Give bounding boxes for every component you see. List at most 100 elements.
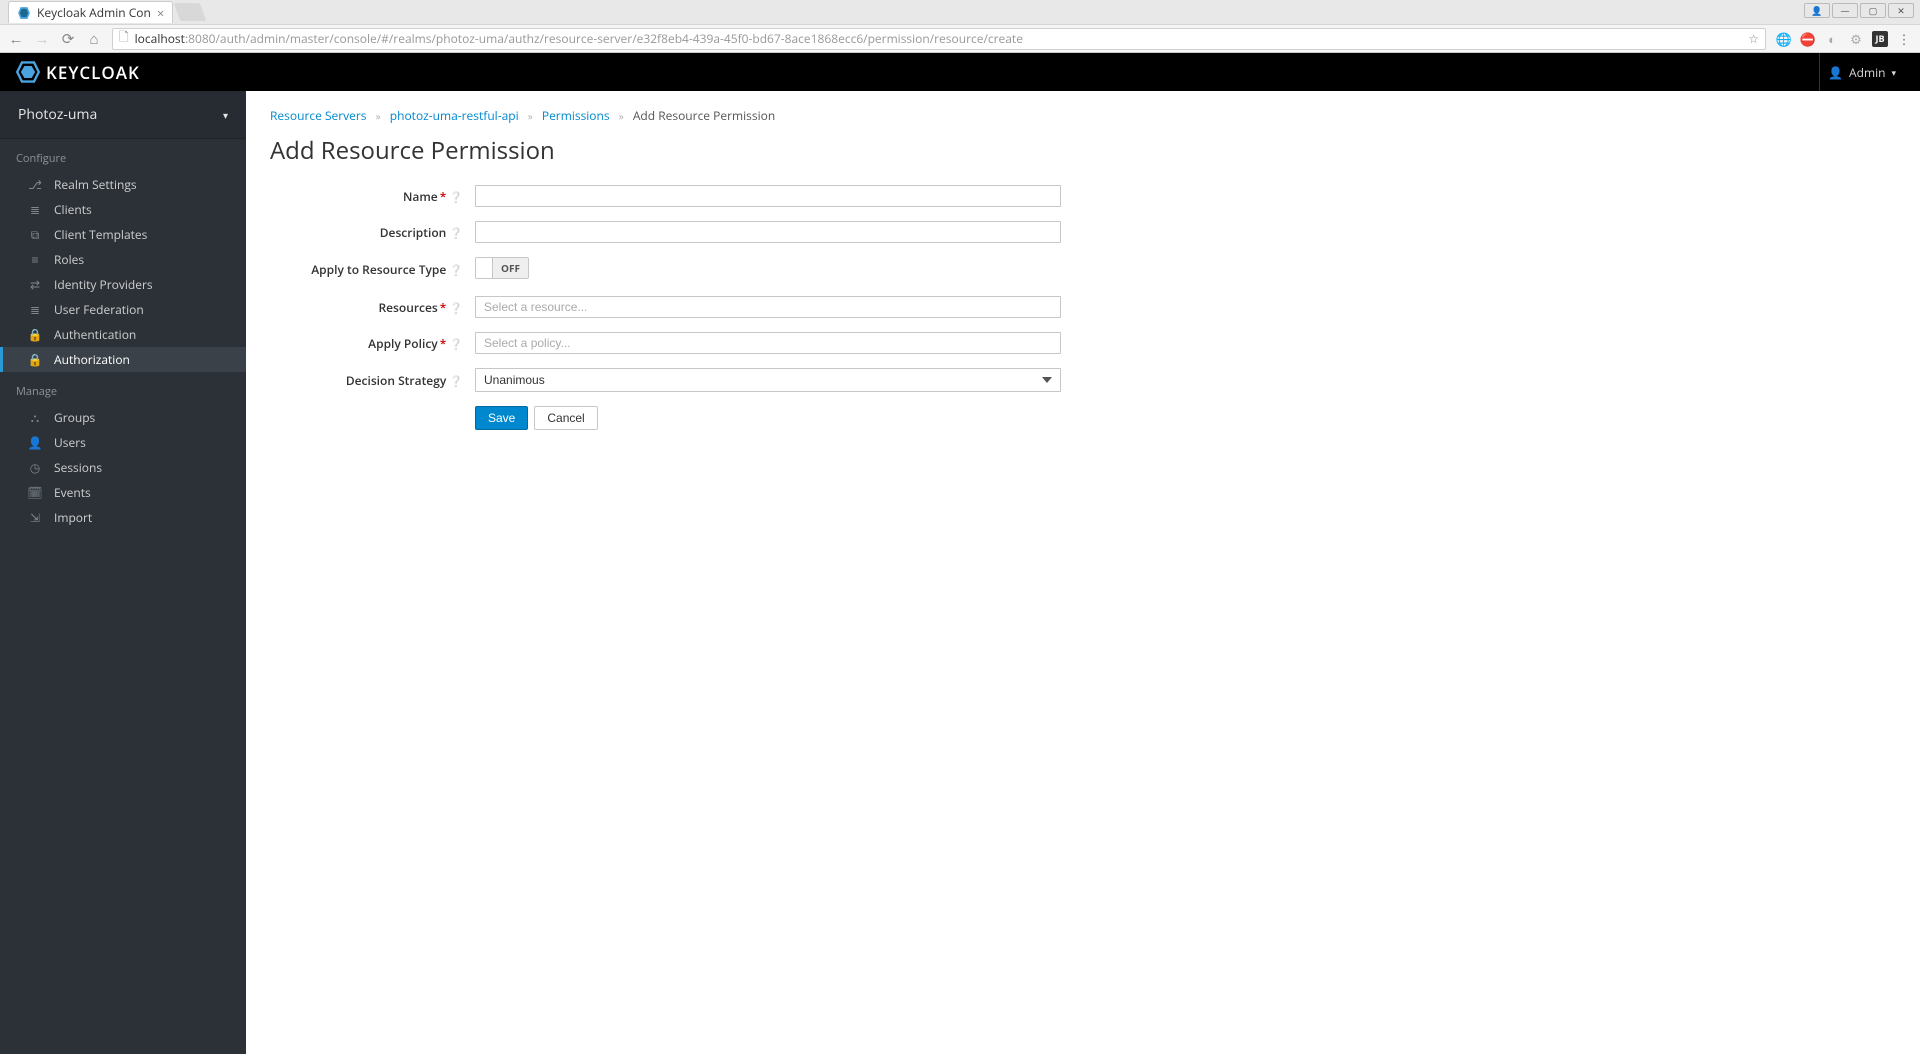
- menu-icon[interactable]: ⋮: [1896, 31, 1912, 47]
- url-bar[interactable]: 🗋 localhost:8080/auth/admin/master/conso…: [112, 28, 1766, 50]
- sidebar-item-label: Realm Settings: [54, 176, 137, 193]
- apply-policy-input[interactable]: [475, 332, 1061, 354]
- sidebar-item-events[interactable]: 🗓 Events: [0, 480, 246, 505]
- translate-icon[interactable]: 🌐: [1776, 31, 1792, 47]
- browser-tab[interactable]: Keycloak Admin Con ×: [8, 1, 173, 23]
- site-info-icon[interactable]: 🗋: [119, 28, 129, 49]
- ublock-icon[interactable]: ⛔: [1800, 31, 1816, 47]
- tab-close-icon[interactable]: ×: [157, 4, 164, 22]
- sidebar-item-import[interactable]: ⇲ Import: [0, 505, 246, 530]
- url-path: :8080/auth/admin/master/console/#/realms…: [185, 30, 1023, 47]
- bookmark-star-icon[interactable]: ☆: [1748, 30, 1759, 47]
- permission-form: Name*❔ Description❔ Apply to Resource Ty…: [270, 185, 1170, 430]
- description-input[interactable]: [475, 221, 1061, 243]
- close-window-button[interactable]: ✕: [1888, 3, 1914, 18]
- sidebar-item-client-templates[interactable]: ⧉ Client Templates: [0, 222, 246, 247]
- description-label: Description❔: [270, 224, 475, 241]
- section-title-manage: Manage: [0, 372, 246, 405]
- help-icon[interactable]: ❔: [449, 374, 463, 389]
- exchange-icon: ⇄: [28, 278, 42, 292]
- help-icon[interactable]: ❔: [449, 263, 463, 278]
- window-controls: 👤 — ▢ ✕: [1804, 3, 1914, 18]
- sidebar-item-users[interactable]: 👤 Users: [0, 430, 246, 455]
- user-icon-button[interactable]: 👤: [1804, 3, 1830, 18]
- breadcrumb-link-client[interactable]: photoz-uma-restful-api: [390, 107, 519, 124]
- sidebar-item-label: Sessions: [54, 459, 102, 476]
- sidebar-item-authorization[interactable]: 🔒 Authorization: [0, 347, 246, 372]
- import-icon: ⇲: [28, 511, 42, 525]
- brand-logo[interactable]: KEYCLOAK: [16, 60, 140, 84]
- save-button[interactable]: Save: [475, 406, 528, 430]
- sidebar-item-label: Client Templates: [54, 226, 147, 243]
- breadcrumb-sep: »: [376, 109, 381, 123]
- lock-icon: 🔒: [28, 328, 42, 342]
- section-title-configure: Configure: [0, 139, 246, 172]
- name-label: Name*❔: [270, 188, 475, 205]
- sidebar-item-clients[interactable]: ≣ Clients: [0, 197, 246, 222]
- resources-input[interactable]: [475, 296, 1061, 318]
- sidebar-item-realm-settings[interactable]: ⎇ Realm Settings: [0, 172, 246, 197]
- sidebar-item-authentication[interactable]: 🔒 Authentication: [0, 322, 246, 347]
- help-icon[interactable]: ❔: [449, 190, 463, 205]
- extension-icons: 🌐 ⛔ ◐ ⚙ JB ⋮: [1776, 31, 1912, 47]
- sliders-icon: ⎇: [28, 178, 42, 192]
- extension-icon[interactable]: ◐: [1824, 31, 1840, 47]
- maximize-button[interactable]: ▢: [1860, 3, 1886, 18]
- apply-resource-type-label: Apply to Resource Type❔: [270, 261, 475, 278]
- breadcrumb: Resource Servers » photoz-uma-restful-ap…: [270, 107, 1896, 124]
- minimize-button[interactable]: —: [1832, 3, 1858, 18]
- apply-resource-type-switch[interactable]: OFF: [475, 257, 529, 279]
- sidebar-item-sessions[interactable]: ◷ Sessions: [0, 455, 246, 480]
- sidebar: Photoz-uma ▾ Configure ⎇ Realm Settings …: [0, 91, 246, 1054]
- tab-title: Keycloak Admin Con: [37, 4, 151, 21]
- home-icon[interactable]: ⌂: [86, 31, 102, 47]
- sidebar-item-label: Users: [54, 434, 86, 451]
- cancel-button[interactable]: Cancel: [534, 406, 597, 430]
- templates-icon: ⧉: [28, 228, 42, 242]
- help-icon[interactable]: ❔: [449, 301, 463, 316]
- back-icon[interactable]: ←: [8, 31, 24, 47]
- new-tab-button[interactable]: [174, 3, 207, 21]
- user-menu[interactable]: 👤 Admin ▾: [1819, 53, 1904, 91]
- url-host: localhost: [135, 30, 185, 47]
- help-icon[interactable]: ❔: [449, 226, 463, 241]
- sidebar-item-user-federation[interactable]: ≣ User Federation: [0, 297, 246, 322]
- browser-chrome: 👤 — ▢ ✕ Keycloak Admin Con × ← → ⟳ ⌂ 🗋 l…: [0, 0, 1920, 53]
- extension-icon[interactable]: JB: [1872, 31, 1888, 47]
- sidebar-item-groups[interactable]: ⛬ Groups: [0, 405, 246, 430]
- sidebar-item-label: Identity Providers: [54, 276, 153, 293]
- switch-off-label: OFF: [492, 258, 528, 278]
- lock-icon: 🔒: [28, 353, 42, 367]
- decision-strategy-label: Decision Strategy❔: [270, 372, 475, 389]
- realm-name: Photoz-uma: [18, 105, 97, 124]
- breadcrumb-current: Add Resource Permission: [633, 107, 775, 124]
- group-icon: ⛬: [28, 411, 42, 425]
- breadcrumb-link-permissions[interactable]: Permissions: [542, 107, 610, 124]
- sidebar-item-label: Clients: [54, 201, 92, 218]
- user-icon: 👤: [28, 436, 42, 450]
- browser-toolbar: ← → ⟳ ⌂ 🗋 localhost:8080/auth/admin/mast…: [0, 24, 1920, 52]
- user-name: Admin: [1849, 64, 1885, 81]
- breadcrumb-sep: »: [528, 109, 533, 123]
- decision-strategy-select[interactable]: Unanimous: [475, 368, 1061, 392]
- help-icon[interactable]: ❔: [449, 337, 463, 352]
- realm-selector[interactable]: Photoz-uma ▾: [0, 91, 246, 139]
- resources-label: Resources*❔: [270, 299, 475, 316]
- favicon-icon: [17, 6, 31, 20]
- breadcrumb-link-resource-servers[interactable]: Resource Servers: [270, 107, 367, 124]
- reload-icon[interactable]: ⟳: [60, 31, 76, 47]
- list-icon: ≡: [28, 253, 42, 267]
- name-input[interactable]: [475, 185, 1061, 207]
- sidebar-item-label: Authorization: [54, 351, 130, 368]
- sidebar-item-label: Events: [54, 484, 91, 501]
- extension-icon[interactable]: ⚙: [1848, 31, 1864, 47]
- sidebar-item-roles[interactable]: ≡ Roles: [0, 247, 246, 272]
- page-title: Add Resource Permission: [270, 134, 1896, 167]
- sidebar-item-identity-providers[interactable]: ⇄ Identity Providers: [0, 272, 246, 297]
- browser-tabs: Keycloak Admin Con ×: [0, 0, 1920, 24]
- brand-text: KEYCLOAK: [46, 61, 140, 84]
- forward-icon: →: [34, 31, 50, 47]
- app-header: KEYCLOAK 👤 Admin ▾: [0, 53, 1920, 91]
- calendar-icon: 🗓: [28, 486, 42, 500]
- sidebar-item-label: Authentication: [54, 326, 136, 343]
